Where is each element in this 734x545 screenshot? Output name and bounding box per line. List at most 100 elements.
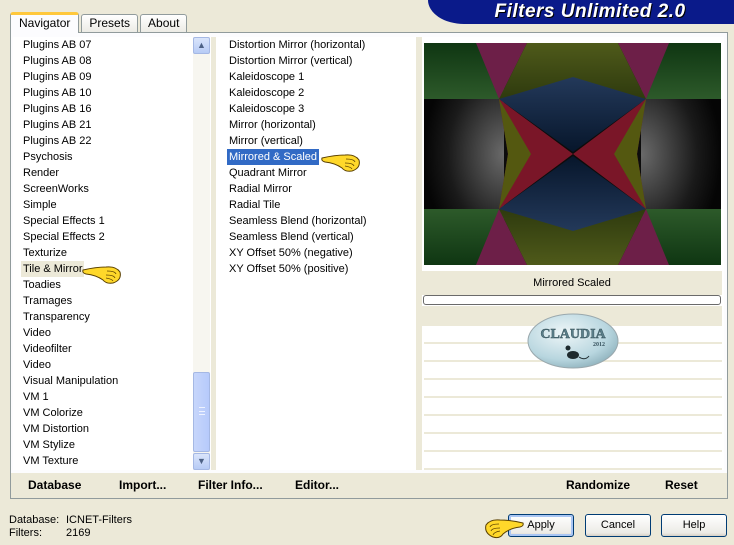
parameter-slot <box>424 382 722 398</box>
category-item-label: VM Colorize <box>23 407 83 419</box>
watermark-text: CLAUDIA <box>540 327 606 342</box>
category-item[interactable]: Simple <box>13 197 211 213</box>
import-label: Import... <box>119 478 167 492</box>
category-item[interactable]: Video <box>13 325 211 341</box>
filter-list[interactable]: Distortion Mirror (horizontal) Distortion… <box>216 37 416 470</box>
scroll-up-button[interactable]: ▲ <box>193 37 210 54</box>
category-item-label: Plugins AB 07 <box>23 39 92 51</box>
category-item[interactable]: VM Distortion <box>13 421 211 437</box>
category-item[interactable]: VM Stylize <box>13 437 211 453</box>
category-item[interactable]: Render <box>13 165 211 181</box>
category-item-label: Texturize <box>23 247 68 259</box>
category-item-label: Psychosis <box>23 151 73 163</box>
category-item-label: Simple <box>23 199 57 211</box>
category-item[interactable]: Plugins AB 07 <box>13 37 211 53</box>
filter-item[interactable]: XY Offset 50% (negative) <box>216 245 416 261</box>
filter-item-label: Mirror (vertical) <box>229 135 303 147</box>
filter-item[interactable]: Radial Tile <box>216 197 416 213</box>
tab-about[interactable]: About <box>140 14 188 32</box>
category-item[interactable]: Plugins AB 22 <box>13 133 211 149</box>
category-item[interactable]: Special Effects 2 <box>13 229 211 245</box>
database-status-label: Database: <box>9 514 60 526</box>
category-item-label: Plugins AB 21 <box>23 119 92 131</box>
reset-button[interactable]: Reset <box>665 478 698 492</box>
category-item[interactable]: Video <box>13 357 211 373</box>
filter-item[interactable]: Distortion Mirror (vertical) <box>216 53 416 69</box>
filter-item[interactable]: Distortion Mirror (horizontal) <box>216 37 416 53</box>
filter-item[interactable]: Radial Mirror <box>216 181 416 197</box>
parameter-slot <box>424 454 722 470</box>
filter-item-label: Quadrant Mirror <box>229 167 307 179</box>
category-item-label: Plugins AB 22 <box>23 135 92 147</box>
parameter-slot <box>424 400 722 416</box>
category-item-label: Render <box>23 167 60 179</box>
category-item[interactable]: VM Texture <box>13 453 211 469</box>
category-item-label: Tile & Mirror <box>21 261 85 277</box>
filter-item-label: Kaleidoscope 1 <box>229 71 305 83</box>
tab-navigator[interactable]: Navigator <box>10 12 80 33</box>
parameter-slot <box>424 418 722 434</box>
filter-item[interactable]: Kaleidoscope 2 <box>216 85 416 101</box>
category-item-label: Toadies <box>23 279 61 291</box>
filter-item[interactable]: Seamless Blend (horizontal) <box>216 213 416 229</box>
filter-item[interactable]: Kaleidoscope 1 <box>216 69 416 85</box>
category-item[interactable]: Texturize <box>13 245 211 261</box>
category-item[interactable]: Plugins AB 09 <box>13 69 211 85</box>
editor-label: Editor... <box>295 478 340 492</box>
database-label: Database <box>28 478 82 492</box>
filter-item[interactable]: Mirror (vertical) <box>216 133 416 149</box>
category-item[interactable]: Visual Manipulation <box>13 373 211 389</box>
randomize-button[interactable]: Randomize <box>566 478 630 492</box>
help-button[interactable]: Help <box>661 514 727 537</box>
reset-label: Reset <box>665 478 698 492</box>
filter-item[interactable]: Mirror (horizontal) <box>216 117 416 133</box>
filter-item[interactable]: Seamless Blend (vertical) <box>216 229 416 245</box>
filter-item[interactable]: XY Offset 50% (positive) <box>216 261 416 277</box>
pointing-hand-icon <box>82 266 121 284</box>
category-list[interactable]: Plugins AB 07 Plugins AB 08 Plugins AB 09 P… <box>13 37 211 470</box>
filter-item[interactable]: Kaleidoscope 3 <box>216 101 416 117</box>
filters-count-value: 2169 <box>66 527 91 539</box>
filter-item[interactable]: Quadrant Mirror <box>216 165 416 181</box>
category-item[interactable]: VM 1 <box>13 389 211 405</box>
category-item[interactable]: Psychosis <box>13 149 211 165</box>
category-item[interactable]: Videofilter <box>13 341 211 357</box>
category-scrollbar[interactable]: ▲ ▼ <box>193 37 210 470</box>
tab-bar: Navigator Presets About <box>10 11 189 33</box>
category-item[interactable]: ScreenWorks <box>13 181 211 197</box>
category-item[interactable]: Tramages <box>13 293 211 309</box>
watermark-logo: CLAUDIA 2012 <box>527 313 619 369</box>
filter-info-button[interactable]: Filter Info... <box>198 478 263 492</box>
filter-info-label: Filter Info... <box>198 478 263 492</box>
category-item-label: Transparency <box>23 311 90 323</box>
scroll-thumb[interactable] <box>193 372 210 452</box>
scroll-down-button[interactable]: ▼ <box>193 453 210 470</box>
category-item-label: Plugins AB 16 <box>23 103 92 115</box>
category-item[interactable]: Transparency <box>13 309 211 325</box>
filter-item[interactable]: Mirrored & Scaled <box>216 149 416 165</box>
editor-button[interactable]: Editor... <box>295 478 339 492</box>
filter-item-label: XY Offset 50% (negative) <box>229 247 353 259</box>
category-item[interactable]: Plugins AB 16 <box>13 101 211 117</box>
tab-presets[interactable]: Presets <box>81 14 139 32</box>
category-item-label: Plugins AB 10 <box>23 87 92 99</box>
category-item-label: VM 1 <box>23 391 49 403</box>
category-item[interactable]: VM Colorize <box>13 405 211 421</box>
category-item-label: ScreenWorks <box>23 183 89 195</box>
grip-icon <box>199 407 205 415</box>
category-item[interactable]: Plugins AB 10 <box>13 85 211 101</box>
filter-item-label: Seamless Blend (vertical) <box>229 231 354 243</box>
category-item[interactable]: Plugins AB 21 <box>13 117 211 133</box>
filter-item-label: Mirrored & Scaled <box>227 149 320 165</box>
category-item-label: Video <box>23 327 51 339</box>
category-item-label: Plugins AB 09 <box>23 71 92 83</box>
cancel-button[interactable]: Cancel <box>585 514 651 537</box>
category-item[interactable]: Plugins AB 08 <box>13 53 211 69</box>
category-item-label: Special Effects 1 <box>23 215 105 227</box>
database-button[interactable]: Database <box>28 478 81 492</box>
category-item[interactable]: Special Effects 1 <box>13 213 211 229</box>
import-button[interactable]: Import... <box>119 478 166 492</box>
filter-item-label: Distortion Mirror (vertical) <box>229 55 353 67</box>
watermark-year: 2012 <box>593 342 605 348</box>
filter-preview-image <box>424 43 721 265</box>
